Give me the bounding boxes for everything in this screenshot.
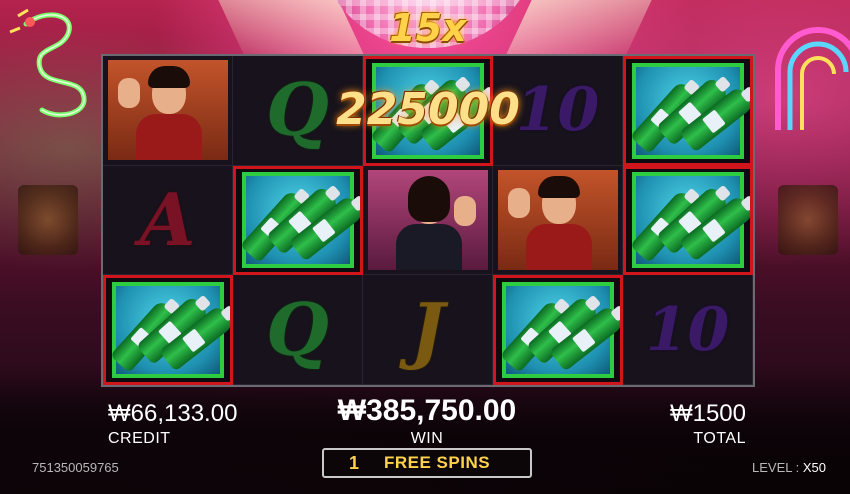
- bottles-symbol-icon: [109, 282, 230, 379]
- reel-cell: J: [363, 275, 493, 385]
- speaker-left: [18, 185, 78, 255]
- reel-cell: [363, 165, 493, 276]
- game-id: 751350059765: [32, 460, 119, 475]
- portrait-hand: [507, 187, 530, 218]
- win-label: WIN: [410, 430, 444, 447]
- free-spins-count: 1: [348, 452, 359, 473]
- bottles-symbol-icon: [629, 172, 750, 269]
- bottles-symbol-icon: [499, 282, 620, 379]
- win-value: ₩385,750.00: [337, 394, 517, 427]
- letter-symbol-10: 10: [515, 75, 600, 146]
- man-portrait-symbol-icon: [497, 169, 618, 270]
- neon-dragon-icon: [9, 8, 87, 118]
- portrait-torso: [395, 223, 462, 270]
- reel-cell: A: [103, 165, 233, 276]
- free-spins-panel: 1 FREE SPINS: [322, 448, 532, 478]
- neon-arch-icon: [775, 27, 850, 130]
- total-bet-value[interactable]: ₩1500: [650, 400, 746, 428]
- letter-symbol-j: J: [410, 286, 445, 372]
- reel-cell: 10: [623, 275, 753, 385]
- reel-cell: [493, 275, 623, 385]
- letter-symbol-q: Q: [266, 286, 329, 372]
- level-label: LEVEL :: [752, 460, 803, 475]
- free-spins-label: FREE SPINS: [384, 453, 491, 472]
- portrait-torso: [525, 223, 592, 270]
- portrait-hair: [147, 66, 190, 89]
- portrait-hand: [453, 195, 476, 226]
- credit-label: CREDIT: [108, 430, 171, 447]
- reel-cell: [103, 275, 233, 385]
- reel-cell: [623, 56, 753, 166]
- win-popup: 225000: [336, 84, 520, 135]
- total-bet-label: TOTAL: [693, 430, 746, 447]
- level-indicator: LEVEL : X50: [752, 460, 826, 476]
- portrait-hair: [537, 175, 580, 198]
- level-value: X50: [802, 460, 826, 475]
- credit-value: ₩66,133.00: [108, 400, 238, 427]
- portrait-torso: [135, 114, 202, 161]
- letter-symbol-a: A: [139, 176, 196, 262]
- reel-cell: [493, 165, 623, 276]
- bottles-symbol-icon: [239, 172, 360, 269]
- portrait-hand: [117, 78, 140, 109]
- reel-cell: [233, 165, 363, 276]
- speaker-right: [778, 185, 838, 255]
- letter-symbol-10: 10: [645, 294, 730, 365]
- bottles-symbol-icon: [629, 62, 750, 159]
- reel-cell: [623, 165, 753, 276]
- reel-cell: Q: [233, 275, 363, 385]
- multiplier-label: 15x: [389, 6, 467, 50]
- woman-portrait-symbol-icon: [367, 169, 488, 270]
- portrait-hair: [407, 175, 450, 222]
- reel-cell: [103, 56, 233, 166]
- letter-symbol-q: Q: [266, 67, 329, 153]
- man-portrait-symbol-icon: [107, 60, 228, 161]
